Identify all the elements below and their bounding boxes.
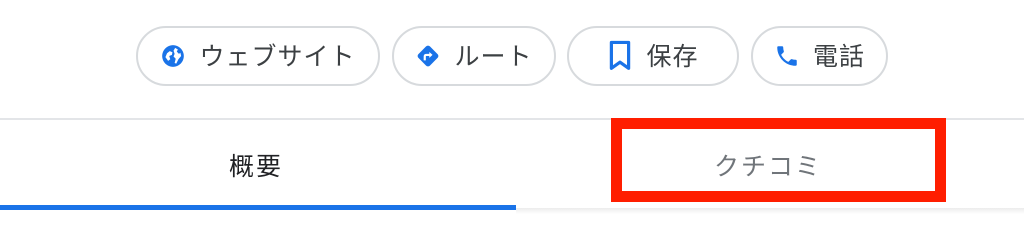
route-label: ルート: [454, 41, 533, 71]
call-button[interactable]: 電話: [751, 26, 888, 86]
bookmark-icon: [607, 40, 633, 72]
save-button[interactable]: 保存: [567, 26, 739, 86]
call-label: 電話: [812, 41, 865, 71]
globe-icon: [160, 43, 186, 69]
tab-reviews-label: クチコミ: [713, 151, 822, 181]
tab-bar: 概要 クチコミ: [0, 120, 1024, 215]
phone-icon: [774, 43, 800, 69]
route-button[interactable]: ルート: [392, 26, 556, 86]
save-label: 保存: [646, 41, 699, 71]
website-label: ウェブサイト: [199, 41, 356, 71]
active-tab-indicator: [0, 205, 516, 210]
directions-icon: [415, 43, 441, 69]
place-panel: ウェブサイト ルート 保存 電話 概要 クチコミ: [0, 0, 1024, 225]
tab-overview[interactable]: 概要: [0, 120, 512, 212]
tab-shadow: [516, 208, 1024, 214]
website-button[interactable]: ウェブサイト: [136, 26, 380, 86]
tab-reviews[interactable]: クチコミ: [512, 120, 1024, 212]
action-chips-row: ウェブサイト ルート 保存 電話: [0, 26, 1024, 90]
tab-overview-label: 概要: [228, 151, 283, 181]
